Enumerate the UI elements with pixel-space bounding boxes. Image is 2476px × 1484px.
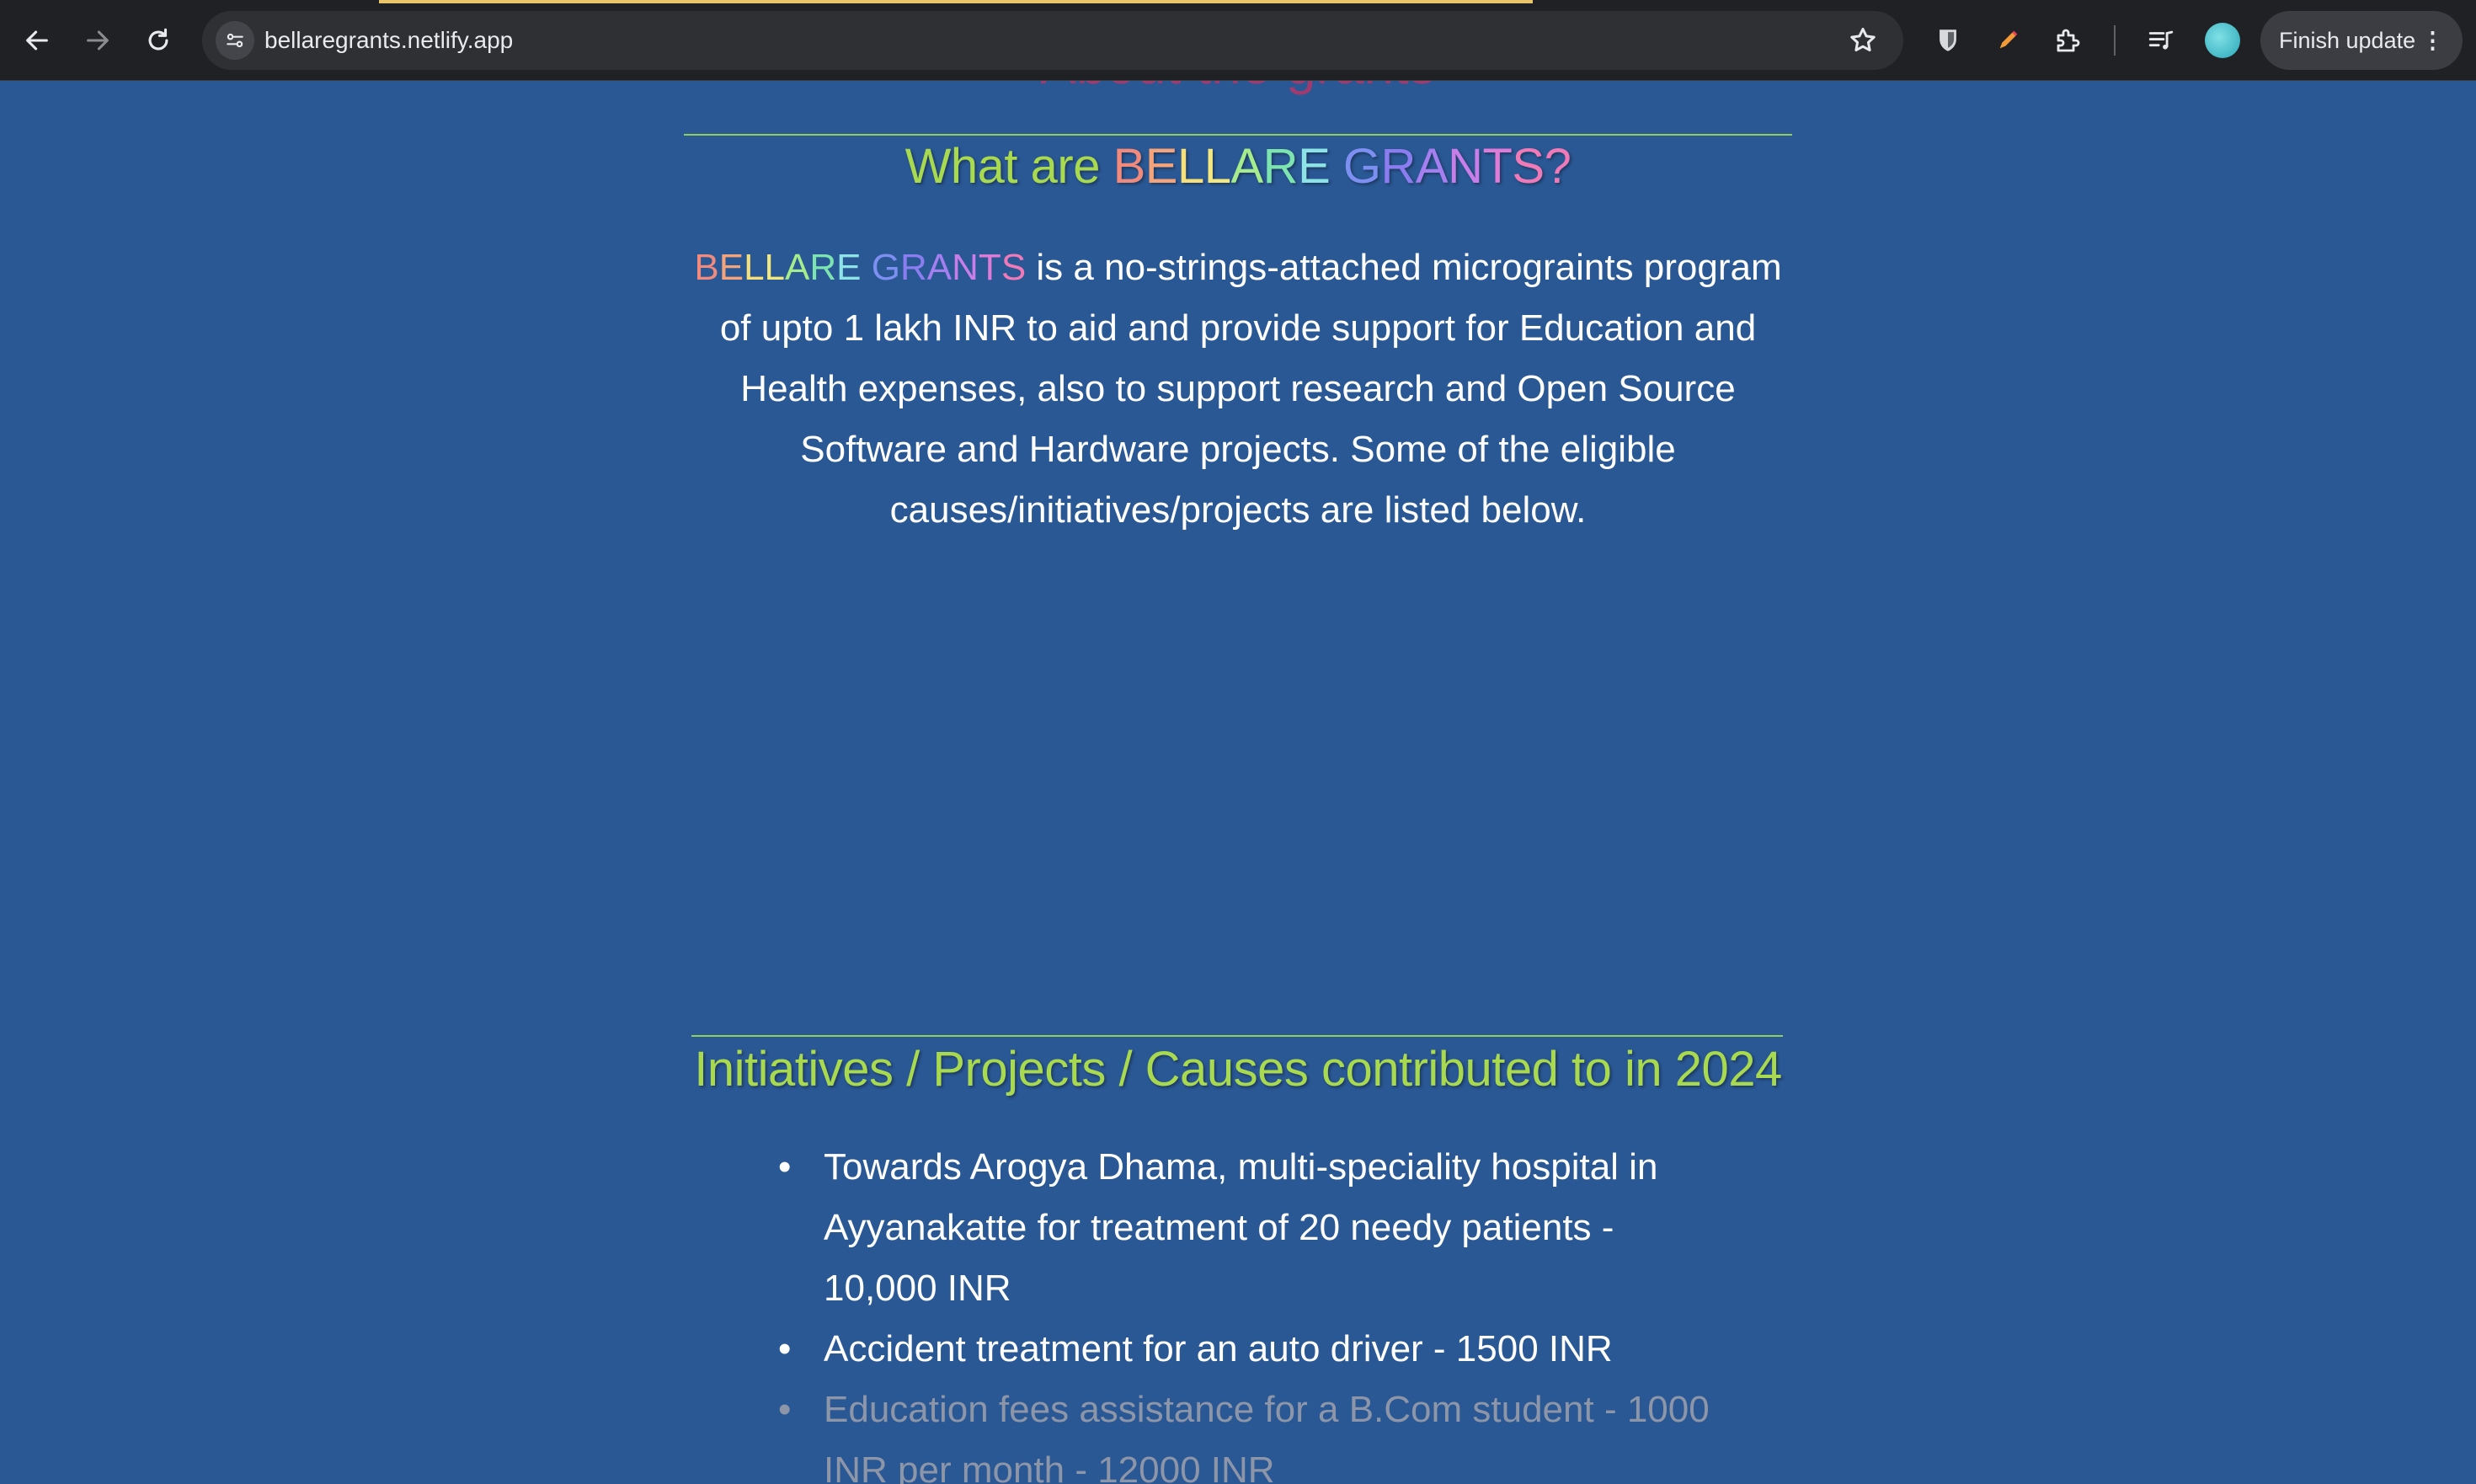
brand-letter: E (836, 247, 862, 288)
contributions-list: • Towards Arogya Dhama, multi-speciality… (775, 1137, 1735, 1484)
brand-letter: G (871, 247, 900, 288)
finish-update-label: Finish update (2279, 28, 2416, 53)
bullet: • (778, 1146, 792, 1188)
brand-letter: E (1145, 139, 1178, 194)
brand-letter: A (1230, 139, 1263, 194)
shield-extension-icon[interactable] (1929, 22, 1966, 59)
finish-update-button[interactable]: Finish update ⋮ (2260, 11, 2463, 70)
bullet: • (778, 1328, 792, 1369)
brand-letter: R (809, 247, 837, 288)
list-item: • Towards Arogya Dhama, multi-speciality… (775, 1137, 1735, 1319)
brand-letter: L (764, 247, 786, 288)
toolbar-separator (2114, 25, 2116, 56)
brand-letter: N (1448, 139, 1483, 194)
list-item-text: Towards Arogya Dhama, multi-speciality h… (824, 1146, 1658, 1309)
media-controls-icon[interactable] (2142, 22, 2180, 59)
site-settings-icon[interactable] (216, 21, 254, 60)
brand-letter: T (978, 247, 1001, 288)
brand-word-grants: GRANTS (1343, 139, 1545, 194)
brand-word-bellare: BELLARE (694, 247, 861, 288)
brand-letter: A (785, 247, 810, 288)
list-item: • Education fees assistance for a B.Com … (775, 1380, 1735, 1484)
url-text[interactable]: bellaregrants.netlify.app (264, 11, 513, 70)
bullet: • (778, 1389, 792, 1430)
browser-toolbar: bellaregrants.netlify.app Finish update … (0, 0, 2476, 81)
page-content: About the grants What are BELLARE GRANTS… (0, 81, 2476, 1484)
divider (691, 1035, 1783, 1037)
contributions-heading: Initiatives / Projects / Causes contribu… (694, 1042, 1782, 1097)
brand-letter: T (1482, 139, 1513, 194)
bookmark-star-icon[interactable] (1848, 25, 1878, 56)
brand-letter: B (694, 247, 719, 288)
what-are-heading: What are BELLARE GRANTS? (0, 138, 2476, 195)
about-heading: About the grants (0, 81, 2476, 96)
brand-letter: B (1113, 139, 1146, 194)
address-bar[interactable]: bellaregrants.netlify.app (202, 11, 1903, 70)
back-button[interactable] (17, 20, 57, 61)
intro-text: is a no-strings-attached micrograints pr… (719, 247, 1782, 531)
arrow-right-icon (87, 30, 109, 51)
page-load-progress (379, 0, 1533, 3)
forward-button[interactable] (77, 20, 118, 61)
brand-letter: R (900, 247, 927, 288)
brand-word-grants: GRANTS (872, 247, 1026, 288)
more-menu-icon[interactable]: ⋮ (2421, 11, 2444, 70)
what-are-prefix: What are (904, 139, 1113, 194)
what-are-suffix: ? (1544, 139, 1572, 194)
brand-letter: A (926, 247, 953, 288)
divider (684, 134, 1792, 136)
list-item: • Accident treatment for an auto driver … (775, 1319, 1735, 1380)
brand-letter: L (1203, 139, 1231, 194)
brand-letter: A (1415, 139, 1449, 194)
list-item-text: Accident treatment for an auto driver - … (824, 1328, 1613, 1369)
brand-letter: L (744, 247, 765, 288)
brand-letter: R (1380, 139, 1417, 194)
arrow-left-icon (26, 30, 48, 51)
puzzle-extensions-icon[interactable] (2050, 22, 2087, 59)
brand-letter: G (1342, 139, 1381, 194)
brand-letter: S (1512, 139, 1545, 194)
brand-letter: L (1177, 139, 1204, 194)
brand-letter: E (1298, 139, 1331, 194)
brand-letter: S (1001, 247, 1027, 288)
pen-extension-icon[interactable] (1989, 22, 2026, 59)
profile-avatar[interactable] (2205, 23, 2240, 58)
brand-letter: N (952, 247, 979, 288)
list-item-text: Education fees assistance for a B.Com st… (824, 1389, 1710, 1484)
brand-letter: R (1262, 139, 1299, 194)
brand-word-bellare: BELLARE (1113, 139, 1331, 194)
intro-paragraph: BELLARE GRANTS is a no-strings-attached … (684, 238, 1792, 541)
reload-icon (148, 28, 168, 51)
brand-letter: E (718, 247, 744, 288)
reload-button[interactable] (138, 20, 179, 61)
